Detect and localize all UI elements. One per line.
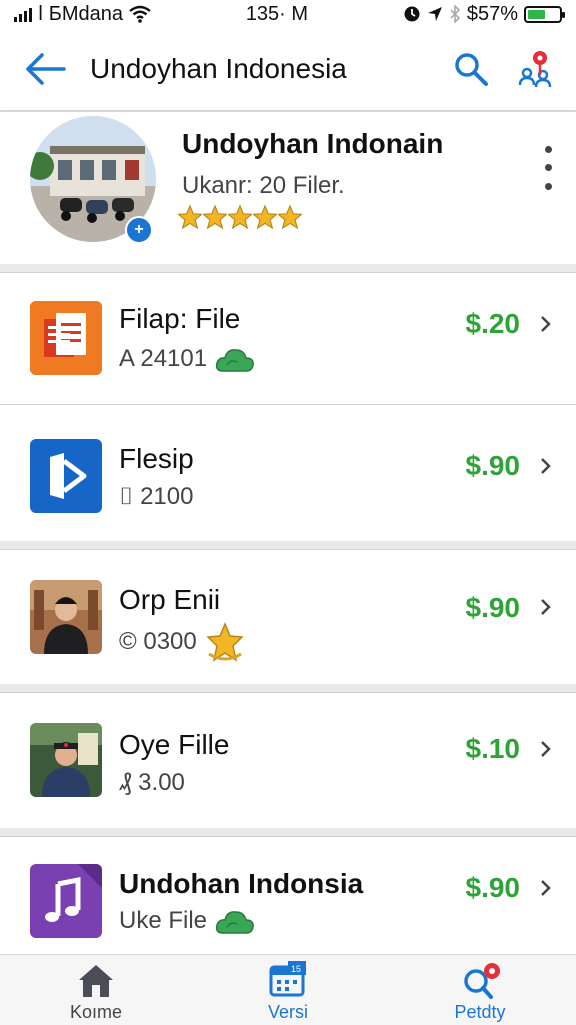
tab-home[interactable]: Koıme — [0, 955, 192, 1025]
item-meta: © 0300 — [119, 628, 197, 655]
location-button[interactable] — [512, 28, 558, 110]
star-icon — [178, 204, 202, 230]
chevron-right-icon — [541, 741, 551, 757]
profile-name: Undoyhan Indonain — [182, 128, 444, 159]
chevron-right-icon — [541, 599, 551, 615]
wifi-icon — [129, 5, 151, 23]
star-icon — [203, 204, 227, 230]
star-icon — [278, 204, 302, 230]
tab-versi[interactable]: 15 Versi — [192, 955, 384, 1025]
back-button[interactable] — [0, 28, 90, 110]
arrow-left-icon — [26, 53, 66, 85]
tab-label: Koıme — [69, 1002, 123, 1022]
item-title: Oye Fille — [119, 729, 230, 760]
more-vertical-icon — [544, 145, 552, 153]
more-options-button[interactable] — [538, 140, 558, 196]
item-price: $.10 — [465, 733, 521, 764]
home-icon — [79, 965, 113, 997]
star-icon — [253, 204, 277, 230]
chevron-right-icon — [541, 880, 551, 896]
list-item[interactable]: Undohan Indonsia Uke File $.90 — [0, 836, 576, 955]
item-meta: ⌷ 2100 — [119, 483, 194, 510]
item-price: $.20 — [465, 308, 521, 339]
calendar-icon: 15 — [269, 961, 306, 997]
item-price: $.90 — [465, 592, 521, 623]
alarm-icon — [404, 6, 420, 22]
item-meta: A 24101 — [119, 345, 208, 372]
profile-card: + Undoyhan Indonain Ukanr: 20 Filer. — [0, 112, 576, 264]
add-photo-badge[interactable]: + — [125, 216, 153, 244]
item-title: Orp Enii — [119, 584, 221, 615]
chevron-right-icon — [541, 316, 551, 332]
status-bar: ǀ БMdana 135· M $57% — [0, 0, 576, 28]
list-item[interactable]: Oye Fille ₰ 3.00 $.10 — [0, 692, 576, 828]
app-bar: Undoyhan Indonesia — [0, 28, 576, 110]
list-item[interactable]: Orp Enii © 0300 $.90 — [0, 549, 576, 684]
crown-star-icon — [206, 622, 244, 662]
star-icon — [228, 204, 252, 230]
battery-percent: $57% — [466, 2, 518, 25]
item-meta-row: ₰ 3.00 — [119, 769, 185, 797]
item-meta-row: © 0300 — [119, 620, 245, 664]
page-title: Undoyhan Indonesia — [90, 53, 347, 84]
map-pin-people-icon — [518, 51, 552, 88]
battery-icon — [524, 5, 565, 23]
file-app-icon — [30, 439, 102, 513]
item-title: Filap: File — [119, 303, 241, 334]
search-notification-icon — [464, 963, 500, 999]
chevron-right-icon — [541, 458, 551, 474]
clock: 135· M — [245, 2, 309, 25]
search-button[interactable] — [448, 28, 494, 110]
cloud-icon — [215, 349, 254, 372]
item-meta: Uke File — [119, 907, 208, 934]
item-title: Flesip — [119, 443, 194, 474]
item-meta-row: A 24101 — [119, 345, 255, 373]
tab-label: Versi — [267, 1002, 309, 1022]
item-meta-row: ⌷ 2100 — [119, 483, 193, 511]
signal-icon — [14, 6, 32, 22]
person-thumbnail — [30, 723, 102, 797]
bottom-nav: Koıme 15 Versi Petdty — [0, 954, 576, 1025]
item-price: $.90 — [465, 450, 521, 481]
person-thumbnail — [30, 580, 102, 654]
list-item[interactable]: Filap: File A 24101 $.20 — [0, 272, 576, 404]
item-title: Undohan Indonsia — [119, 868, 364, 899]
rating-stars — [178, 204, 302, 230]
item-meta: ₰ 3.00 — [119, 769, 185, 796]
music-app-icon — [30, 864, 102, 938]
item-meta-row: Uke File — [119, 907, 255, 935]
location-arrow-icon — [427, 7, 442, 21]
carrier-label: ǀ БMdana — [38, 2, 124, 25]
profile-subtitle: Ukanr: 20 Filer. — [182, 172, 345, 199]
list-item[interactable]: Flesip ⌷ 2100 $.90 — [0, 404, 576, 541]
search-icon — [455, 53, 488, 86]
bluetooth-icon — [450, 5, 460, 23]
tab-petdty[interactable]: Petdty — [384, 955, 576, 1025]
svg-text:15: 15 — [291, 964, 301, 974]
tab-label: Petdty — [454, 1002, 506, 1022]
cloud-icon — [215, 911, 254, 934]
item-price: $.90 — [465, 872, 521, 903]
file-app-icon — [30, 301, 102, 375]
